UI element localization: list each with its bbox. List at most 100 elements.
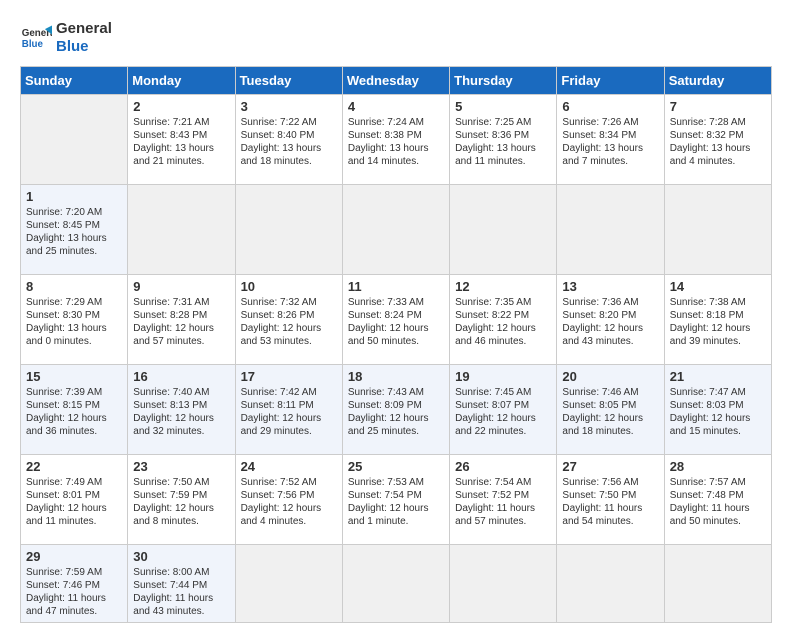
calendar-cell: 20Sunrise: 7:46 AMSunset: 8:05 PMDayligh… (557, 365, 664, 455)
day-number: 6 (562, 99, 658, 114)
day-info: Daylight: 13 hours (26, 232, 122, 245)
day-info: Sunrise: 7:53 AM (348, 476, 444, 489)
day-info: Sunset: 8:45 PM (26, 219, 122, 232)
day-info: Daylight: 13 hours (133, 142, 229, 155)
day-number: 13 (562, 279, 658, 294)
day-info: Sunrise: 7:49 AM (26, 476, 122, 489)
day-info: Sunset: 7:50 PM (562, 489, 658, 502)
day-info: Sunset: 8:43 PM (133, 129, 229, 142)
day-info: Sunrise: 7:32 AM (241, 296, 337, 309)
calendar-cell (557, 185, 664, 275)
day-info: Daylight: 11 hours (133, 592, 229, 605)
day-info: and 43 minutes. (562, 335, 658, 348)
calendar-week-row: 22 Sunrise: 7:49 AMSunset: 8:01 PM Dayligh… (21, 455, 772, 545)
day-info: Daylight: 12 hours (26, 412, 122, 425)
day-info: Sunset: 8:32 PM (670, 129, 766, 142)
calendar-week-row: 15Sunrise: 7:39 AMSunset: 8:15 PMDayligh… (21, 365, 772, 455)
day-number: 25 (348, 459, 444, 474)
day-info: Sunset: 7:46 PM (26, 579, 122, 592)
day-info: Sunrise: 7:57 AM (670, 476, 766, 489)
day-info: Sunrise: 7:31 AM (133, 296, 229, 309)
day-info: Daylight: 12 hours (670, 412, 766, 425)
day-info: Daylight: 12 hours (133, 412, 229, 425)
day-info: Sunrise: 7:35 AM (455, 296, 551, 309)
calendar-cell (128, 185, 235, 275)
calendar-header-monday: Monday (128, 67, 235, 95)
day-number: 23 (133, 459, 229, 474)
day-info: Sunrise: 7:20 AM (26, 206, 122, 219)
day-info: Daylight: 13 hours (670, 142, 766, 155)
day-info: Sunset: 7:48 PM (670, 489, 766, 502)
day-number: 14 (670, 279, 766, 294)
day-info: and 39 minutes. (670, 335, 766, 348)
day-number: 27 (562, 459, 658, 474)
day-info: Sunset: 8:15 PM (26, 399, 122, 412)
day-info: Sunrise: 7:50 AM (133, 476, 229, 489)
day-info: Sunset: 8:03 PM (670, 399, 766, 412)
day-info: and 15 minutes. (670, 425, 766, 438)
calendar-cell (342, 185, 449, 275)
day-number: 12 (455, 279, 551, 294)
logo-text-blue: Blue (56, 38, 112, 56)
calendar-cell: 28Sunrise: 7:57 AMSunset: 7:48 PMDayligh… (664, 455, 771, 545)
day-number: 1 (26, 189, 122, 204)
day-info: Daylight: 12 hours (670, 322, 766, 335)
calendar-cell: 14Sunrise: 7:38 AMSunset: 8:18 PMDayligh… (664, 275, 771, 365)
calendar-cell: 25Sunrise: 7:53 AMSunset: 7:54 PMDayligh… (342, 455, 449, 545)
calendar-cell: 23Sunrise: 7:50 AMSunset: 7:59 PMDayligh… (128, 455, 235, 545)
calendar-cell: 9Sunrise: 7:31 AMSunset: 8:28 PMDaylight… (128, 275, 235, 365)
day-info: Sunrise: 7:47 AM (670, 386, 766, 399)
day-info: Sunset: 8:11 PM (241, 399, 337, 412)
day-info: and 18 minutes. (562, 425, 658, 438)
day-info: Sunset: 8:01 PM (26, 489, 122, 502)
calendar-cell: 19Sunrise: 7:45 AMSunset: 8:07 PMDayligh… (450, 365, 557, 455)
calendar-body: 2Sunrise: 7:21 AMSunset: 8:43 PMDaylight… (21, 95, 772, 623)
day-info: and 11 minutes. (455, 155, 551, 168)
day-info: Sunrise: 7:56 AM (562, 476, 658, 489)
calendar-cell: 13Sunrise: 7:36 AMSunset: 8:20 PMDayligh… (557, 275, 664, 365)
calendar-cell (450, 185, 557, 275)
day-info: and 11 minutes. (26, 515, 122, 528)
day-number: 8 (26, 279, 122, 294)
day-number: 11 (348, 279, 444, 294)
day-info: Sunset: 8:05 PM (562, 399, 658, 412)
day-info: Sunrise: 7:22 AM (241, 116, 337, 129)
calendar-cell (450, 545, 557, 623)
calendar-cell: 4Sunrise: 7:24 AMSunset: 8:38 PMDaylight… (342, 95, 449, 185)
page-header: General Blue General Blue (20, 20, 772, 56)
day-info: and 25 minutes. (348, 425, 444, 438)
day-number: 22 (26, 459, 122, 474)
calendar-header-wednesday: Wednesday (342, 67, 449, 95)
day-info: Daylight: 11 hours (455, 502, 551, 515)
day-info: and 18 minutes. (241, 155, 337, 168)
day-info: and 29 minutes. (241, 425, 337, 438)
day-info: Sunrise: 7:29 AM (26, 296, 122, 309)
calendar-cell: 7Sunrise: 7:28 AMSunset: 8:32 PMDaylight… (664, 95, 771, 185)
day-info: Sunset: 8:34 PM (562, 129, 658, 142)
day-info: and 57 minutes. (133, 335, 229, 348)
calendar-cell (664, 545, 771, 623)
day-info: Sunset: 8:24 PM (348, 309, 444, 322)
calendar-cell: 29Sunrise: 7:59 AMSunset: 7:46 PMDayligh… (21, 545, 128, 623)
day-number: 4 (348, 99, 444, 114)
logo: General Blue General Blue (20, 20, 112, 56)
day-info: and 53 minutes. (241, 335, 337, 348)
day-info: Daylight: 13 hours (241, 142, 337, 155)
calendar-cell: 26Sunrise: 7:54 AMSunset: 7:52 PMDayligh… (450, 455, 557, 545)
svg-text:Blue: Blue (22, 39, 44, 50)
calendar-cell (235, 545, 342, 623)
calendar-cell: 8Sunrise: 7:29 AMSunset: 8:30 PMDaylight… (21, 275, 128, 365)
day-info: Daylight: 13 hours (26, 322, 122, 335)
calendar-cell: 16Sunrise: 7:40 AMSunset: 8:13 PMDayligh… (128, 365, 235, 455)
day-info: and 22 minutes. (455, 425, 551, 438)
day-number: 30 (133, 549, 229, 564)
day-info: Daylight: 12 hours (348, 412, 444, 425)
calendar-cell: 22Sunrise: 7:49 AMSunset: 8:01 PMDayligh… (21, 455, 128, 545)
day-info: Sunset: 7:44 PM (133, 579, 229, 592)
day-info: and 46 minutes. (455, 335, 551, 348)
day-info: Sunrise: 7:33 AM (348, 296, 444, 309)
day-info: Daylight: 12 hours (455, 412, 551, 425)
day-info: Sunset: 8:09 PM (348, 399, 444, 412)
day-info: Sunrise: 7:43 AM (348, 386, 444, 399)
day-info: Daylight: 11 hours (670, 502, 766, 515)
